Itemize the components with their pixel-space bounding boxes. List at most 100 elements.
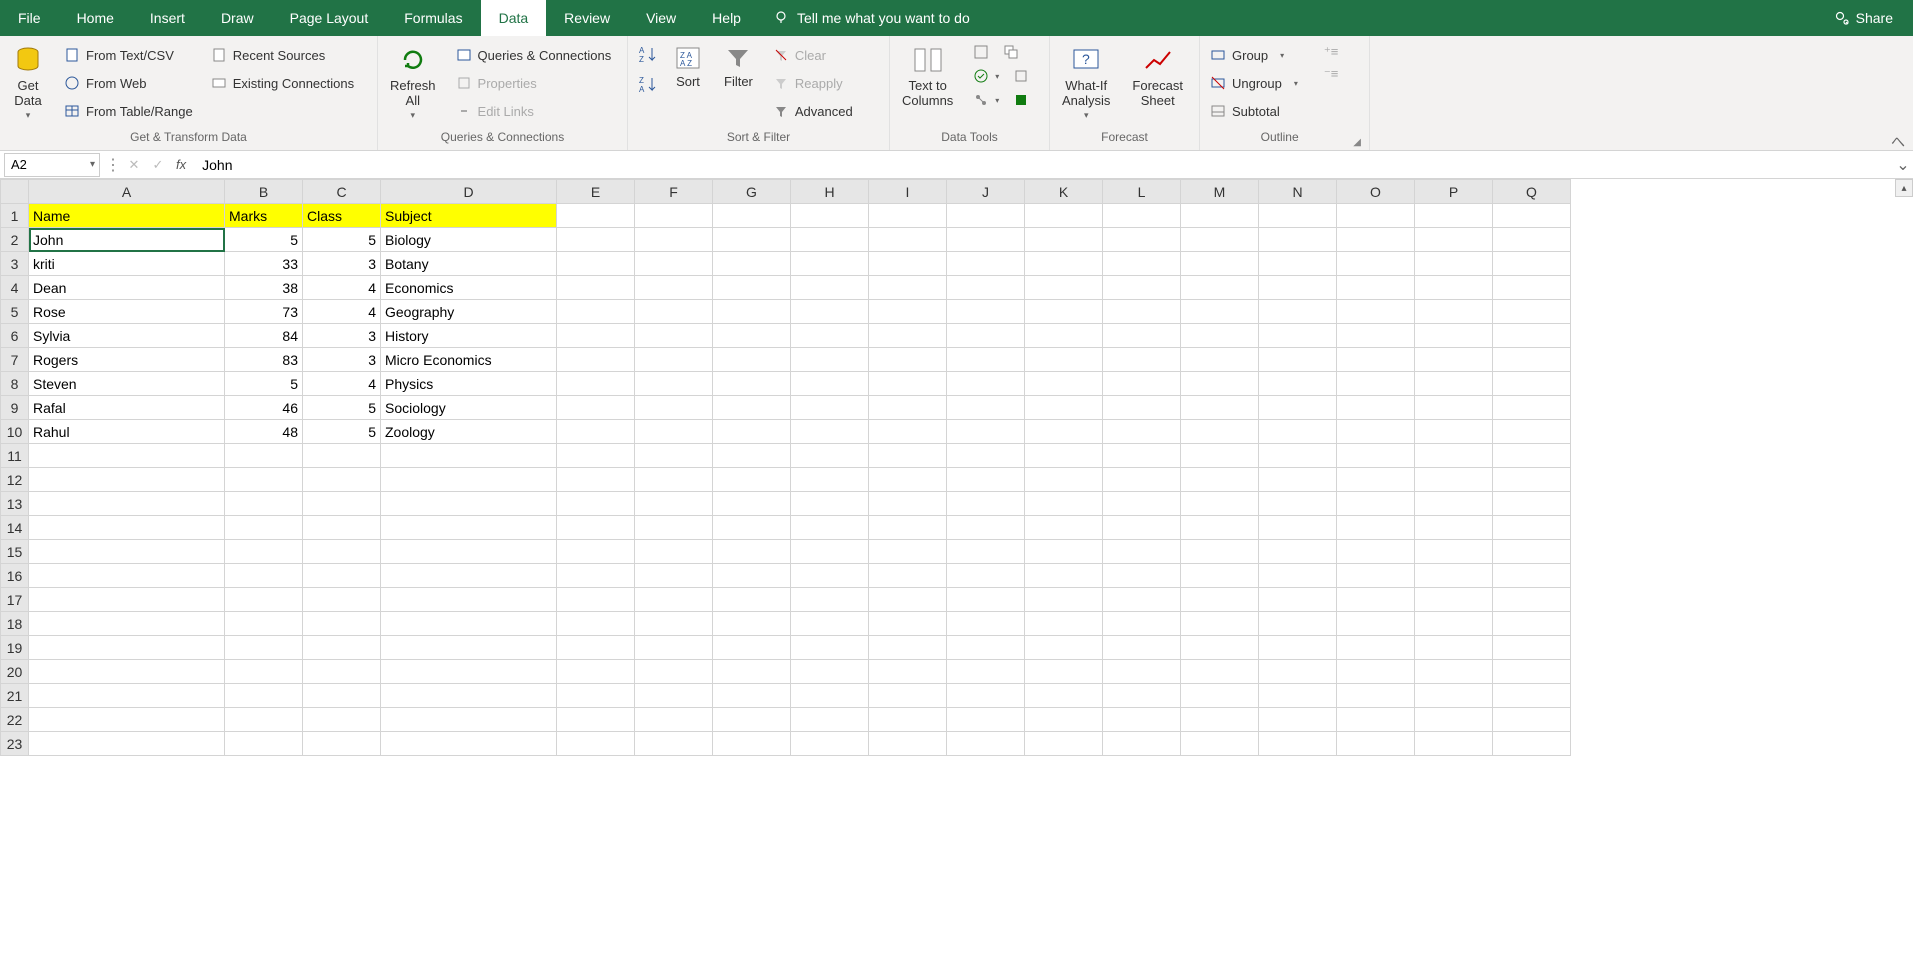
cell-A18[interactable]	[29, 612, 225, 636]
cell-L19[interactable]	[1103, 636, 1181, 660]
fx-icon[interactable]: fx	[170, 157, 192, 172]
cell-H16[interactable]	[791, 564, 869, 588]
cell-K12[interactable]	[1025, 468, 1103, 492]
row-header-3[interactable]: 3	[1, 252, 29, 276]
cell-L16[interactable]	[1103, 564, 1181, 588]
cell-E16[interactable]	[557, 564, 635, 588]
tab-draw[interactable]: Draw	[203, 0, 272, 36]
cell-L9[interactable]	[1103, 396, 1181, 420]
cell-E1[interactable]	[557, 204, 635, 228]
cell-I13[interactable]	[869, 492, 947, 516]
filter-button[interactable]: Filter	[718, 42, 759, 91]
cell-B22[interactable]	[225, 708, 303, 732]
cell-F20[interactable]	[635, 660, 713, 684]
cell-G11[interactable]	[713, 444, 791, 468]
cell-I15[interactable]	[869, 540, 947, 564]
cell-J7[interactable]	[947, 348, 1025, 372]
cell-M6[interactable]	[1181, 324, 1259, 348]
cell-P22[interactable]	[1415, 708, 1493, 732]
row-header-17[interactable]: 17	[1, 588, 29, 612]
cell-A14[interactable]	[29, 516, 225, 540]
row-header-19[interactable]: 19	[1, 636, 29, 660]
cell-P2[interactable]	[1415, 228, 1493, 252]
cell-J18[interactable]	[947, 612, 1025, 636]
row-header-21[interactable]: 21	[1, 684, 29, 708]
cell-D15[interactable]	[381, 540, 557, 564]
cell-J20[interactable]	[947, 660, 1025, 684]
cell-L12[interactable]	[1103, 468, 1181, 492]
cell-F12[interactable]	[635, 468, 713, 492]
outline-dialog-launcher[interactable]: ◢	[1353, 137, 1361, 148]
cell-I21[interactable]	[869, 684, 947, 708]
cell-N14[interactable]	[1259, 516, 1337, 540]
cell-I20[interactable]	[869, 660, 947, 684]
cell-I14[interactable]	[869, 516, 947, 540]
cell-G4[interactable]	[713, 276, 791, 300]
column-header-K[interactable]: K	[1025, 180, 1103, 204]
cell-P11[interactable]	[1415, 444, 1493, 468]
cell-J4[interactable]	[947, 276, 1025, 300]
cell-L7[interactable]	[1103, 348, 1181, 372]
row-header-22[interactable]: 22	[1, 708, 29, 732]
cell-P8[interactable]	[1415, 372, 1493, 396]
cell-I22[interactable]	[869, 708, 947, 732]
column-header-E[interactable]: E	[557, 180, 635, 204]
clear-filter[interactable]: Clear	[769, 42, 857, 68]
name-box[interactable]: A2 ▾	[4, 153, 100, 177]
cell-K5[interactable]	[1025, 300, 1103, 324]
edit-links[interactable]: Edit Links	[452, 98, 616, 124]
cell-M7[interactable]	[1181, 348, 1259, 372]
cell-A12[interactable]	[29, 468, 225, 492]
cell-P14[interactable]	[1415, 516, 1493, 540]
cell-E5[interactable]	[557, 300, 635, 324]
cell-M19[interactable]	[1181, 636, 1259, 660]
cell-B14[interactable]	[225, 516, 303, 540]
cell-C20[interactable]	[303, 660, 381, 684]
cell-C9[interactable]: 5	[303, 396, 381, 420]
cell-P19[interactable]	[1415, 636, 1493, 660]
cell-M20[interactable]	[1181, 660, 1259, 684]
cell-C1[interactable]: Class	[303, 204, 381, 228]
cell-M15[interactable]	[1181, 540, 1259, 564]
cell-D5[interactable]: Geography	[381, 300, 557, 324]
cell-N6[interactable]	[1259, 324, 1337, 348]
hide-detail-button[interactable]: ⁻≡	[1320, 64, 1342, 84]
cell-N8[interactable]	[1259, 372, 1337, 396]
cell-D17[interactable]	[381, 588, 557, 612]
cell-C8[interactable]: 4	[303, 372, 381, 396]
cell-I7[interactable]	[869, 348, 947, 372]
cell-B13[interactable]	[225, 492, 303, 516]
remove-duplicates-button[interactable]	[999, 42, 1023, 62]
cell-D4[interactable]: Economics	[381, 276, 557, 300]
cell-L23[interactable]	[1103, 732, 1181, 756]
cell-G6[interactable]	[713, 324, 791, 348]
cell-K9[interactable]	[1025, 396, 1103, 420]
row-header-11[interactable]: 11	[1, 444, 29, 468]
cell-N16[interactable]	[1259, 564, 1337, 588]
cell-Q20[interactable]	[1493, 660, 1571, 684]
cell-F14[interactable]	[635, 516, 713, 540]
data-validation-button[interactable]: ▾	[969, 66, 1003, 86]
row-header-4[interactable]: 4	[1, 276, 29, 300]
cell-M22[interactable]	[1181, 708, 1259, 732]
cell-F15[interactable]	[635, 540, 713, 564]
text-to-columns-button[interactable]: Text to Columns	[896, 42, 959, 110]
cell-P20[interactable]	[1415, 660, 1493, 684]
cell-E8[interactable]	[557, 372, 635, 396]
cell-C23[interactable]	[303, 732, 381, 756]
tab-pagelayout[interactable]: Page Layout	[272, 0, 387, 36]
cell-N4[interactable]	[1259, 276, 1337, 300]
cell-G23[interactable]	[713, 732, 791, 756]
cell-B11[interactable]	[225, 444, 303, 468]
row-header-12[interactable]: 12	[1, 468, 29, 492]
cell-Q14[interactable]	[1493, 516, 1571, 540]
column-header-J[interactable]: J	[947, 180, 1025, 204]
column-header-H[interactable]: H	[791, 180, 869, 204]
column-header-I[interactable]: I	[869, 180, 947, 204]
cell-I23[interactable]	[869, 732, 947, 756]
cell-G15[interactable]	[713, 540, 791, 564]
column-header-G[interactable]: G	[713, 180, 791, 204]
cell-C18[interactable]	[303, 612, 381, 636]
cell-O12[interactable]	[1337, 468, 1415, 492]
cell-H14[interactable]	[791, 516, 869, 540]
